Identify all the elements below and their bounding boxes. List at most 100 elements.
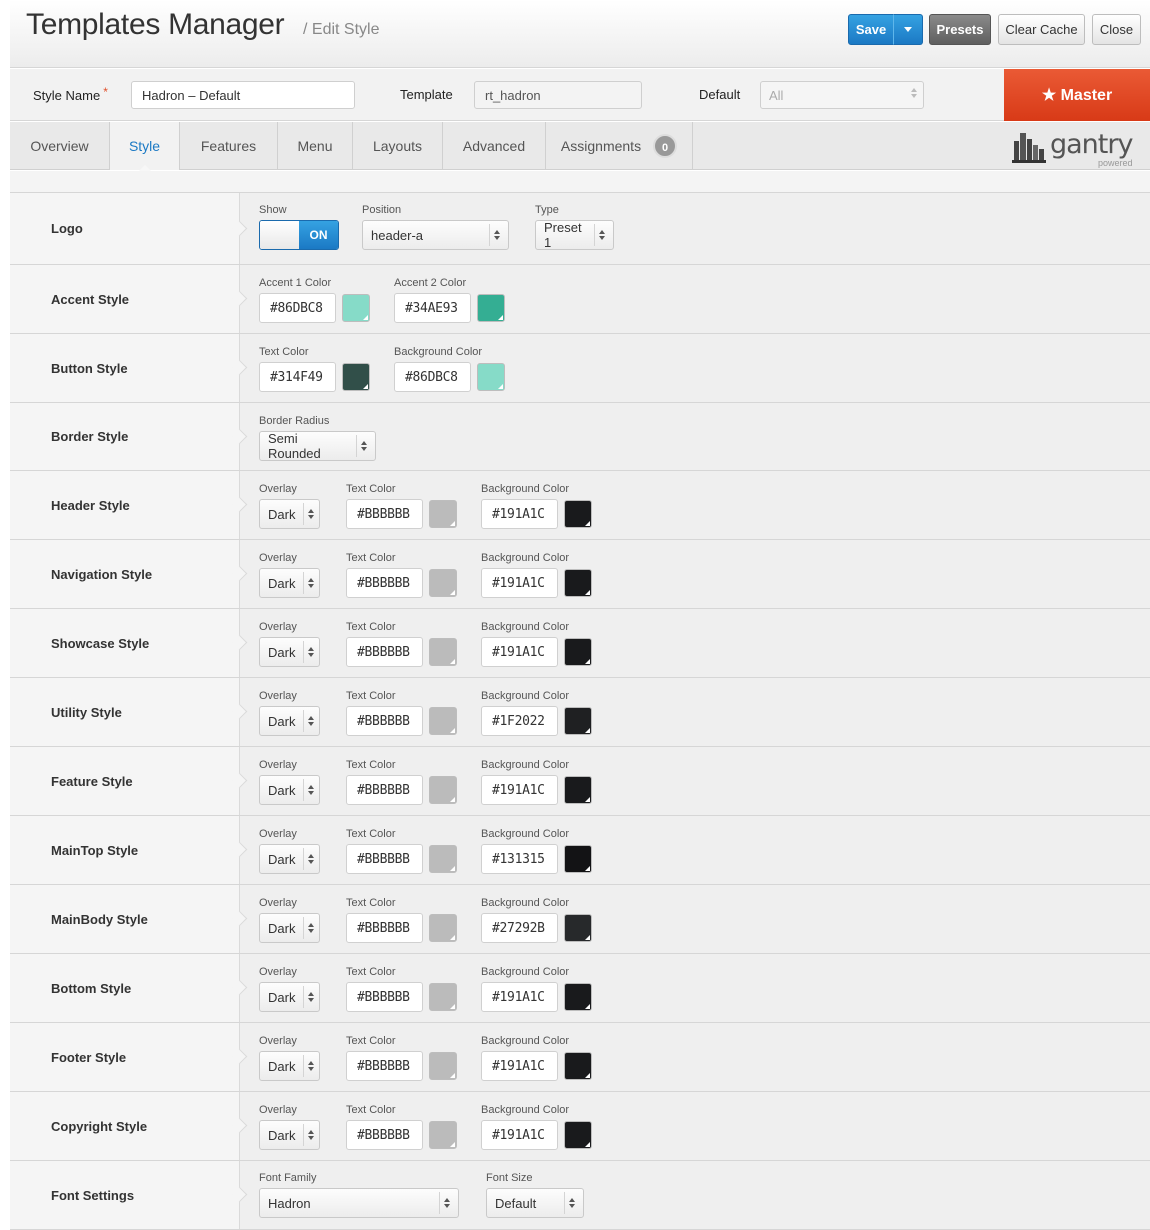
button-text-color-swatch[interactable] [342,363,370,391]
text-color-input[interactable]: #BBBBBB [346,844,423,874]
text-color-swatch[interactable] [429,914,457,942]
close-button[interactable]: Close [1092,14,1141,45]
background-color-input[interactable]: #191A1C [481,1120,558,1150]
presets-button[interactable]: Presets [929,14,991,45]
text-color-input[interactable]: #BBBBBB [346,1051,423,1081]
background-color-swatch[interactable] [564,845,592,873]
text-color-input[interactable]: #BBBBBB [346,1120,423,1150]
background-color-input[interactable]: #191A1C [481,637,558,667]
overlay-select[interactable]: Dark [259,568,320,598]
text-color-input[interactable]: #BBBBBB [346,568,423,598]
toggle-on-part: ON [299,221,338,249]
accent1-color-swatch[interactable] [342,294,370,322]
field-label: Background Color [481,759,570,771]
button-text-color-input[interactable]: #314F49 [259,362,336,392]
text-color-swatch[interactable] [429,569,457,597]
background-color-input[interactable]: #191A1C [481,1051,558,1081]
row-label: Copyright Style [10,1092,240,1160]
background-color-swatch[interactable] [564,569,592,597]
accent1-color-input[interactable]: #86DBC8 [259,293,336,323]
font-family-select[interactable]: Hadron [259,1188,459,1218]
button-bg-color-swatch[interactable] [477,363,505,391]
save-button[interactable]: Save [848,14,894,45]
text-color-swatch[interactable] [429,1052,457,1080]
background-color-input[interactable]: #191A1C [481,982,558,1012]
overlay-select[interactable]: Dark [259,499,320,529]
text-color-input[interactable]: #BBBBBB [346,775,423,805]
tab-style[interactable]: Style [110,122,180,171]
text-color-swatch[interactable] [429,983,457,1011]
background-color-input[interactable]: #191A1C [481,499,558,529]
field-label: Font Family [259,1172,317,1184]
style-name-input[interactable]: Hadron – Default [131,81,355,109]
text-color-input[interactable]: #BBBBBB [346,706,423,736]
font-size-select[interactable]: Default [486,1188,584,1218]
background-color-input[interactable]: #131315 [481,844,558,874]
accent2-color-input[interactable]: #34AE93 [394,293,471,323]
default-select[interactable]: All [760,81,924,109]
overlay-select[interactable]: Dark [259,1051,320,1081]
field-label: Background Color [394,346,483,358]
type-select[interactable]: Preset 1 [535,220,614,250]
show-toggle[interactable]: ON [259,220,339,250]
select-value: Dark [268,713,296,729]
tab-assignments[interactable]: Assignments 0 [546,122,693,170]
settings-row-mainbody-style: MainBody Style Overlay Dark Text Color #BBBB… [10,885,1150,954]
text-color-field: Text Color #BBBBBB [346,1035,457,1081]
text-color-swatch[interactable] [429,845,457,873]
tab-menu[interactable]: Menu [278,122,353,170]
background-color-swatch[interactable] [564,1121,592,1149]
background-color-swatch[interactable] [564,1052,592,1080]
field-label: Show [259,204,287,216]
text-color-input[interactable]: #BBBBBB [346,637,423,667]
field-label: Text Color [346,1104,396,1116]
text-color-field: Text Color #BBBBBB [346,966,457,1012]
master-button[interactable]: ★ Master [1004,69,1150,121]
background-color-swatch[interactable] [564,914,592,942]
background-color-swatch[interactable] [564,983,592,1011]
tab-features[interactable]: Features [180,122,278,170]
background-color-field: Background Color #191A1C [481,1035,592,1081]
tab-layouts[interactable]: Layouts [353,122,443,170]
button-bg-color-input[interactable]: #86DBC8 [394,362,471,392]
position-select[interactable]: header-a [362,220,509,250]
background-color-swatch[interactable] [564,776,592,804]
default-select-value: All [769,88,784,103]
text-color-swatch[interactable] [429,500,457,528]
background-color-input[interactable]: #27292B [481,913,558,943]
text-color-input[interactable]: #BBBBBB [346,913,423,943]
text-color-swatch[interactable] [429,1121,457,1149]
overlay-select[interactable]: Dark [259,706,320,736]
clear-cache-button[interactable]: Clear Cache [998,14,1085,45]
row-label: Feature Style [10,747,240,815]
border-radius-select[interactable]: Semi Rounded [259,431,376,461]
background-color-field: Background Color #191A1C [481,759,592,805]
save-options-button[interactable] [893,14,923,45]
text-color-swatch[interactable] [429,776,457,804]
required-marker: * [103,85,108,99]
background-color-swatch[interactable] [564,500,592,528]
select-arrows-icon [303,917,315,939]
overlay-select[interactable]: Dark [259,1120,320,1150]
overlay-select[interactable]: Dark [259,775,320,805]
background-color-input[interactable]: #1F2022 [481,706,558,736]
accent2-color-swatch[interactable] [477,294,505,322]
background-color-input[interactable]: #191A1C [481,568,558,598]
text-color-swatch[interactable] [429,638,457,666]
tab-advanced[interactable]: Advanced [443,122,546,170]
text-color-input[interactable]: #BBBBBB [346,499,423,529]
row-label: Bottom Style [10,954,240,1022]
background-color-swatch[interactable] [564,707,592,735]
section-spacer [10,171,1150,193]
overlay-select[interactable]: Dark [259,913,320,943]
overlay-select[interactable]: Dark [259,637,320,667]
background-color-input[interactable]: #191A1C [481,775,558,805]
background-color-swatch[interactable] [564,638,592,666]
row-body: Accent 1 Color #86DBC8 Accent 2 Color #3… [241,265,1150,333]
text-color-swatch[interactable] [429,707,457,735]
overlay-select[interactable]: Dark [259,982,320,1012]
tab-overview[interactable]: Overview [10,122,110,170]
overlay-field: Overlay Dark [259,552,320,598]
overlay-select[interactable]: Dark [259,844,320,874]
text-color-input[interactable]: #BBBBBB [346,982,423,1012]
